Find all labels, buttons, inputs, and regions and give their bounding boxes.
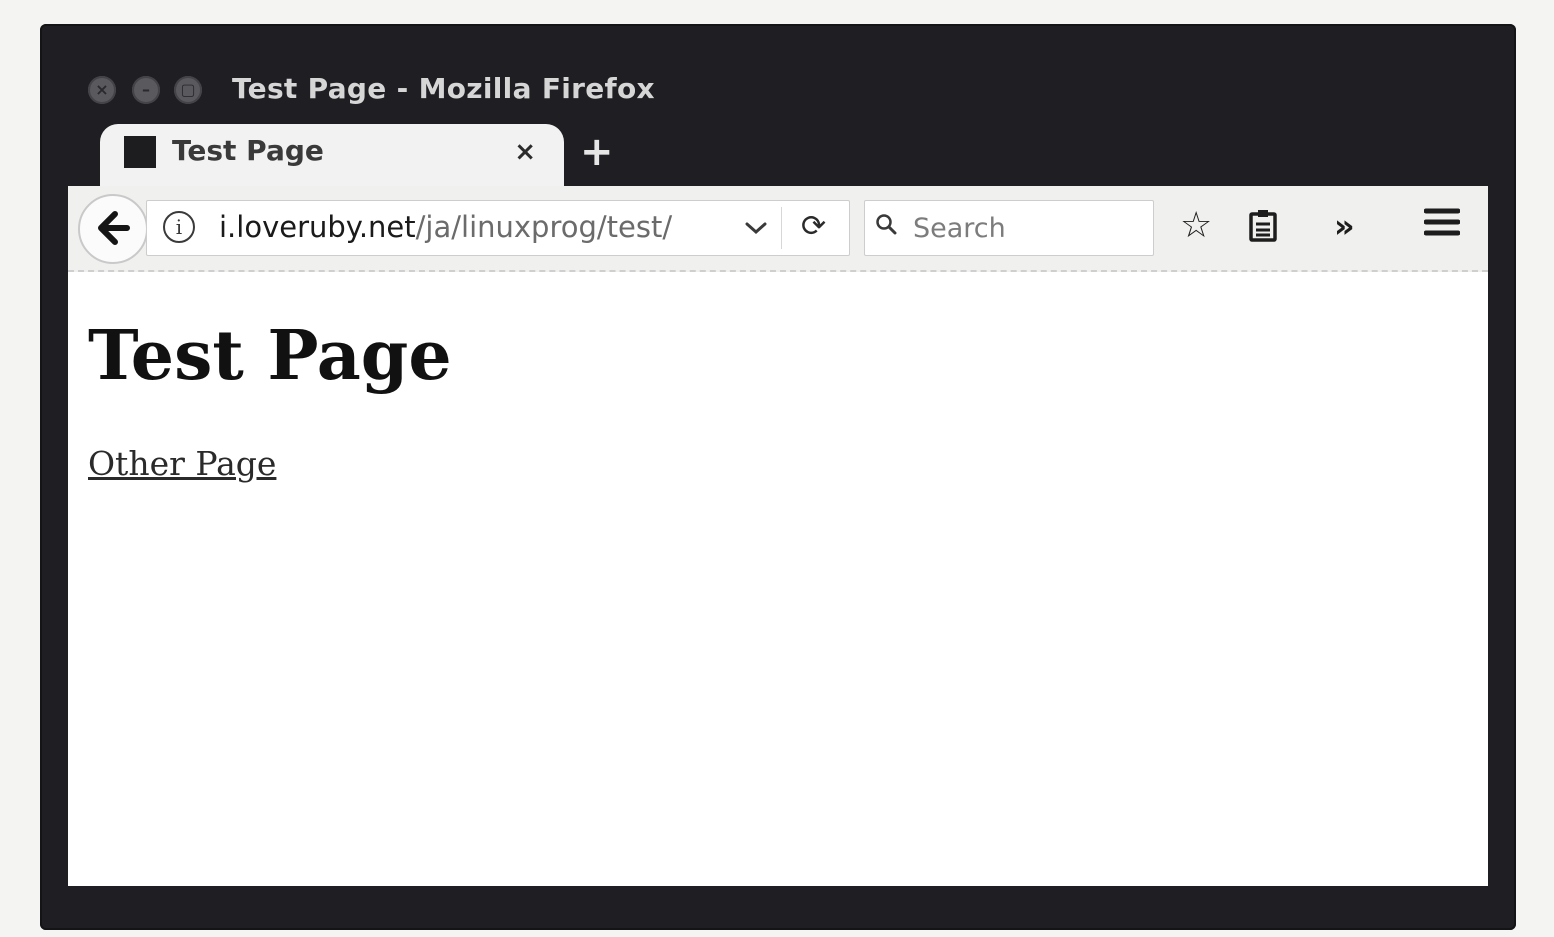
search-icon	[876, 214, 897, 235]
minimize-icon[interactable]: –	[132, 76, 160, 104]
url-text[interactable]: i.loveruby.net/ja/linuxprog/test/	[219, 210, 672, 244]
favicon	[124, 136, 156, 168]
tab-close-icon[interactable]: ×	[514, 134, 536, 170]
search-placeholder: Search	[913, 213, 1006, 244]
title-bar[interactable]: × – ▢ Test Page - Mozilla Firefox	[40, 24, 1516, 124]
window-title: Test Page - Mozilla Firefox	[232, 72, 655, 105]
clipboard-icon[interactable]	[1248, 208, 1278, 253]
hamburger-menu-icon[interactable]	[1423, 204, 1461, 248]
navigation-toolbar: i i.loveruby.net/ja/linuxprog/test/ ⟳ Se…	[68, 186, 1488, 272]
search-input[interactable]: Search	[864, 200, 1154, 256]
dropdown-svg	[745, 222, 767, 235]
url-bar[interactable]: i i.loveruby.net/ja/linuxprog/test/ ⟳	[146, 200, 850, 256]
clipboard-svg	[1249, 210, 1277, 242]
hamburger-svg	[1423, 208, 1461, 236]
back-arrow-svg	[98, 211, 130, 245]
tab-test-page[interactable]: Test Page ×	[100, 124, 564, 190]
close-icon[interactable]: ×	[88, 76, 116, 104]
reload-icon[interactable]: ⟳	[801, 207, 826, 247]
page-title: Test Page	[88, 316, 452, 396]
browser-window: × – ▢ Test Page - Mozilla Firefox Test P…	[40, 24, 1516, 930]
back-arrow-icon[interactable]	[78, 194, 148, 264]
plus-icon[interactable]: +	[580, 130, 614, 174]
page-content: Test Page Other Page	[68, 272, 1488, 886]
url-path: /ja/linuxprog/test/	[415, 210, 673, 244]
tab-label: Test Page	[172, 134, 324, 167]
dropdown-icon[interactable]	[745, 209, 767, 245]
other-page-link[interactable]: Other Page	[88, 444, 276, 483]
url-host: i.loveruby.net	[219, 210, 416, 244]
overflow-icon[interactable]: »	[1334, 204, 1355, 248]
maximize-icon[interactable]: ▢	[174, 76, 202, 104]
url-divider	[781, 207, 782, 249]
info-icon[interactable]: i	[163, 211, 195, 243]
star-icon[interactable]: ☆	[1180, 204, 1212, 248]
